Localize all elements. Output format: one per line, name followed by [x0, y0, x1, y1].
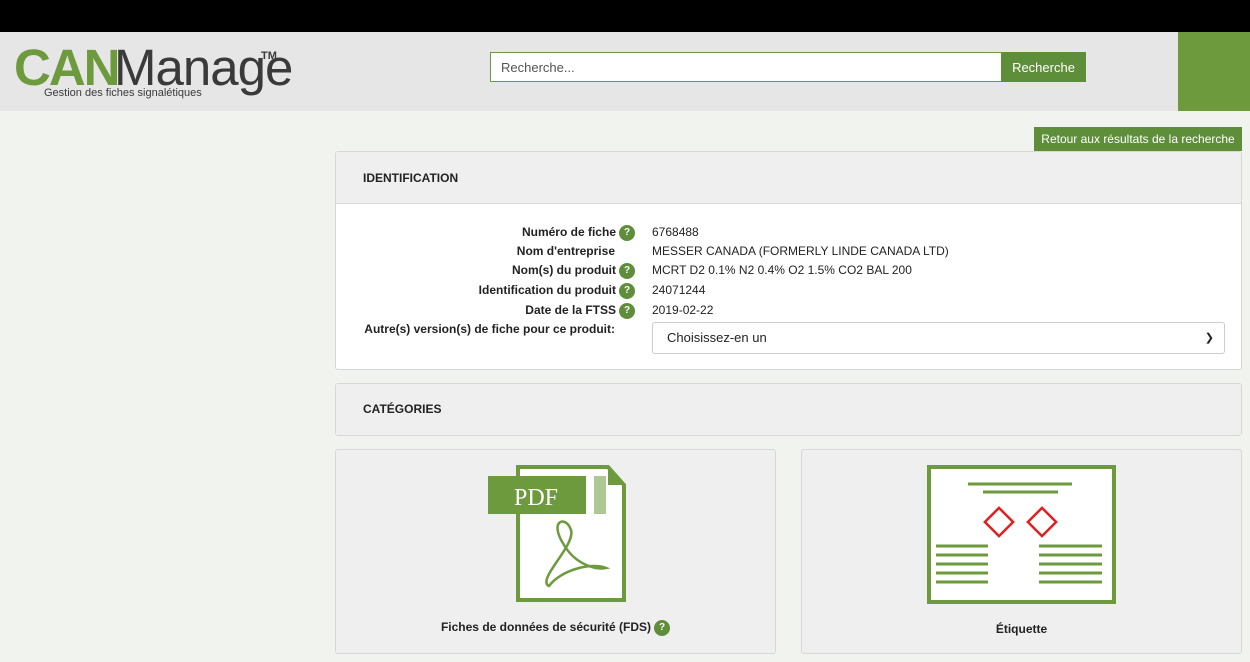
search-input[interactable]	[490, 52, 1001, 82]
help-icon[interactable]: ?	[654, 620, 671, 636]
identification-panel: IDENTIFICATION Numéro de fiche? 6768488 …	[335, 151, 1242, 370]
row-value: MESSER CANADA (FORMERLY LINDE CANADA LTD…	[652, 244, 949, 258]
row-label: Numéro de fiche	[521, 225, 616, 239]
back-to-results-button[interactable]: Retour aux résultats de la recherche	[1034, 127, 1242, 151]
pdf-icon: PDF	[488, 465, 626, 602]
row-label: Date de la FTSS	[525, 303, 616, 317]
search-button[interactable]: Recherche	[1001, 52, 1086, 82]
row-label: Identification du produit	[478, 283, 616, 297]
versions-select[interactable]: Choisissez-en un ❯	[652, 322, 1225, 354]
row-value: 24071244	[652, 283, 706, 297]
svg-text:PDF: PDF	[514, 485, 558, 511]
row-nom-produit: Nom(s) du produit? MCRT D2 0.1% N2 0.4% …	[336, 260, 1241, 280]
logo-subtitle: Gestion des fiches signalétiques	[44, 87, 202, 99]
row-nom-entreprise: Nom d'entreprise MESSER CANADA (FORMERLY…	[336, 241, 1241, 261]
row-value: MCRT D2 0.1% N2 0.4% O2 1.5% CO2 BAL 200	[652, 263, 912, 277]
row-value: 2019-02-22	[652, 303, 714, 317]
label-icon	[927, 465, 1116, 604]
identification-title: IDENTIFICATION	[336, 152, 1241, 204]
row-label: Nom(s) du produit	[512, 263, 616, 277]
logo-trademark: TM	[261, 50, 277, 62]
row-label: Nom d'entreprise	[516, 244, 615, 258]
help-icon[interactable]: ?	[619, 262, 635, 279]
header-accent-block	[1178, 32, 1250, 111]
row-numero-fiche: Numéro de fiche? 6768488	[336, 222, 1241, 242]
top-bar	[0, 0, 1250, 32]
help-icon[interactable]: ?	[619, 302, 635, 319]
versions-label: Autre(s) version(s) de fiche pour ce pro…	[364, 322, 615, 336]
category-card-etiquette[interactable]: Étiquette	[801, 449, 1242, 654]
category-label-etiquette: Étiquette	[995, 622, 1048, 636]
categories-panel: CATÉGORIES	[335, 383, 1242, 436]
chevron-down-icon: ❯	[1204, 332, 1214, 344]
categories-title: CATÉGORIES	[336, 384, 1241, 435]
row-date-ftss: Date de la FTSS? 2019-02-22	[336, 300, 1241, 320]
row-value: 6768488	[652, 225, 699, 239]
row-identification-produit: Identification du produit? 24071244	[336, 280, 1241, 300]
category-label-fds: Fiches de données de sécurité (FDS)	[440, 620, 652, 635]
help-icon[interactable]: ?	[619, 282, 635, 299]
versions-select-value: Choisissez-en un	[667, 330, 767, 345]
category-card-fds[interactable]: PDF Fiches de données de sécurité (FDS)?	[335, 449, 776, 654]
help-icon[interactable]: ?	[619, 224, 635, 241]
